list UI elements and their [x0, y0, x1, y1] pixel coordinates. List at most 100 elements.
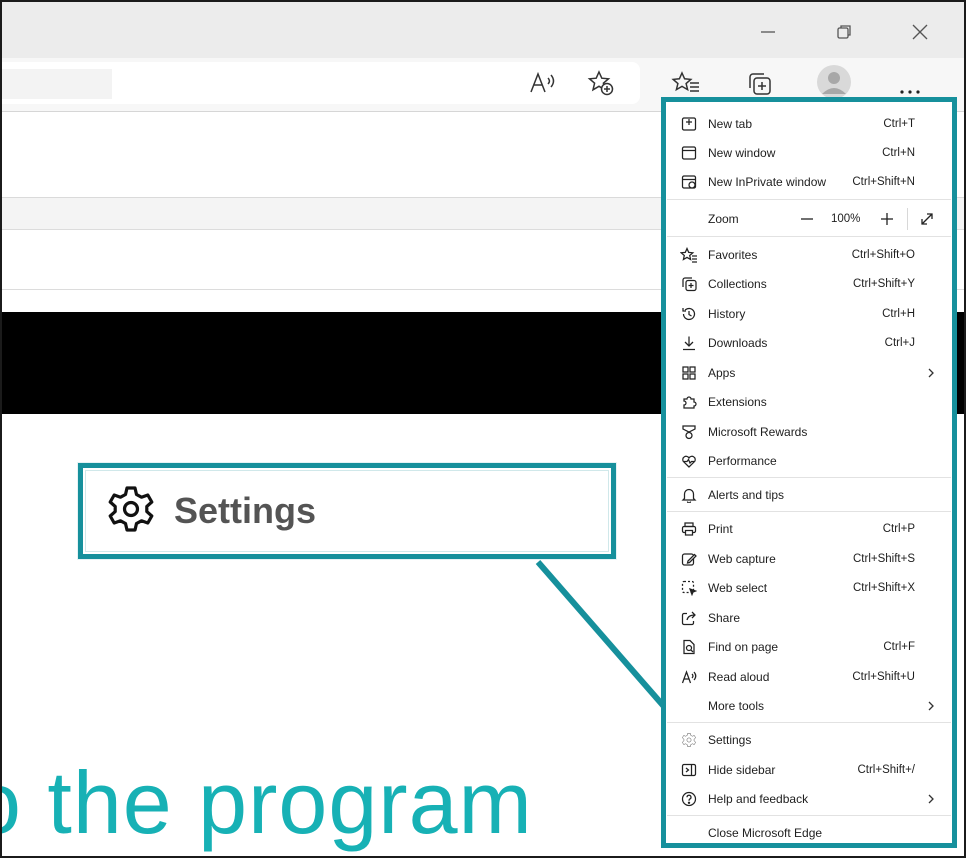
menu-separator: [667, 511, 951, 512]
menu-item-label: Downloads: [708, 335, 768, 350]
bell-icon: [680, 486, 698, 504]
add-favorite-icon[interactable]: [584, 65, 620, 101]
menu-item-close-microsoft-edge[interactable]: Close Microsoft Edge: [667, 818, 951, 847]
menu-item-label: Web capture: [708, 551, 776, 566]
menu-item-label: Favorites: [708, 247, 758, 262]
fullscreen-icon[interactable]: [915, 207, 939, 231]
menu-item-zoom: Zoom 100%: [667, 204, 951, 233]
menu-item-label: More tools: [708, 698, 765, 713]
address-bar[interactable]: [2, 62, 640, 104]
menu-item-shortcut: Ctrl+Shift+N: [852, 175, 915, 188]
performance-icon: [680, 452, 698, 470]
menu-item-microsoft-rewards[interactable]: Microsoft Rewards: [667, 417, 951, 446]
menu-item-label: Performance: [708, 453, 777, 468]
menu-item-help-and-feedback[interactable]: Help and feedback: [667, 784, 951, 813]
menu-item-label: Microsoft Rewards: [708, 424, 808, 439]
screenshot-frame: o the program Settings New tab Ctrl+T Ne…: [0, 0, 966, 858]
settings-callout: Settings: [78, 463, 616, 559]
gear-icon: [106, 484, 156, 539]
menu-item-label: Web select: [708, 580, 768, 595]
callout-label: Settings: [174, 490, 317, 531]
settings-and-more-menu: New tab Ctrl+T New window Ctrl+N New InP…: [661, 97, 957, 848]
menu-item-web-select[interactable]: Web select Ctrl+Shift+X: [667, 573, 951, 602]
close-icon[interactable]: [900, 16, 940, 48]
menu-item-label: Find on page: [708, 639, 779, 654]
read-aloud-icon[interactable]: [524, 65, 560, 101]
menu-item-alerts-and-tips[interactable]: Alerts and tips: [667, 480, 951, 509]
chevron-right-icon: [928, 701, 934, 710]
menu-separator: [667, 815, 951, 816]
menu-item-collections[interactable]: Collections Ctrl+Shift+Y: [667, 269, 951, 298]
menu-separator: [667, 199, 951, 200]
menu-item-find-on-page[interactable]: Find on page Ctrl+F: [667, 632, 951, 661]
menu-item-shortcut: Ctrl+Shift+Y: [853, 277, 915, 290]
new-tab-icon: [680, 115, 698, 133]
collections-icon: [680, 275, 698, 293]
gear-icon: [680, 731, 698, 749]
menu-item-share[interactable]: Share: [667, 603, 951, 632]
menu-item-shortcut: Ctrl+H: [882, 307, 915, 320]
sidebar-icon: [680, 761, 698, 779]
menu-item-settings[interactable]: Settings: [667, 725, 951, 754]
menu-item-label: Hide sidebar: [708, 762, 776, 777]
menu-item-apps[interactable]: Apps: [667, 358, 951, 387]
apps-icon: [680, 364, 698, 382]
zoom-level: 100%: [831, 212, 861, 225]
menu-item-label: Share: [708, 610, 741, 625]
web-select-icon: [680, 579, 698, 597]
menu-item-downloads[interactable]: Downloads Ctrl+J: [667, 328, 951, 357]
history-icon: [680, 305, 698, 323]
inprivate-icon: [680, 173, 698, 191]
menu-separator: [667, 477, 951, 478]
menu-item-new-inprivate-window[interactable]: New InPrivate window Ctrl+Shift+N: [667, 167, 951, 196]
rewards-icon: [680, 423, 698, 441]
web-capture-icon: [680, 550, 698, 568]
menu-item-extensions[interactable]: Extensions: [667, 387, 951, 416]
address-bar-text-area[interactable]: [2, 69, 112, 99]
title-bar: [2, 2, 964, 58]
menu-item-shortcut: Ctrl+Shift+U: [852, 670, 915, 683]
download-icon: [680, 334, 698, 352]
menu-item-web-capture[interactable]: Web capture Ctrl+Shift+S: [667, 544, 951, 573]
menu-separator: [667, 722, 951, 723]
zoom-divider: [907, 208, 908, 230]
menu-item-shortcut: Ctrl+Shift+/: [857, 763, 915, 776]
menu-item-label: Read aloud: [708, 669, 770, 684]
zoom-out-button[interactable]: [795, 207, 819, 231]
menu-item-label: New InPrivate window: [708, 174, 827, 189]
menu-item-history[interactable]: History Ctrl+H: [667, 299, 951, 328]
menu-item-shortcut: Ctrl+Shift+S: [853, 552, 915, 565]
minimize-icon[interactable]: [748, 16, 788, 48]
menu-item-shortcut: Ctrl+P: [882, 522, 915, 535]
menu-item-label: Collections: [708, 276, 767, 291]
menu-item-favorites[interactable]: Favorites Ctrl+Shift+O: [667, 240, 951, 269]
read-aloud-icon: [680, 668, 698, 686]
menu-item-label: Settings: [708, 732, 752, 747]
menu-item-label: Help and feedback: [708, 791, 809, 806]
menu-item-label: Apps: [708, 365, 736, 380]
menu-item-shortcut: Ctrl+T: [883, 117, 915, 130]
new-window-icon: [680, 144, 698, 162]
profile-icon[interactable]: [816, 64, 852, 100]
menu-item-read-aloud[interactable]: Read aloud Ctrl+Shift+U: [667, 662, 951, 691]
menu-item-more-tools[interactable]: More tools: [667, 691, 951, 720]
restore-icon[interactable]: [824, 16, 864, 48]
extensions-icon: [680, 393, 698, 411]
page-heading-text: o the program: [0, 753, 533, 852]
menu-separator: [667, 236, 951, 237]
find-icon: [680, 638, 698, 656]
menu-item-shortcut: Ctrl+N: [882, 146, 915, 159]
chevron-right-icon: [928, 794, 934, 803]
help-icon: [680, 790, 698, 808]
zoom-in-button[interactable]: [875, 207, 899, 231]
share-icon: [680, 609, 698, 627]
menu-item-hide-sidebar[interactable]: Hide sidebar Ctrl+Shift+/: [667, 755, 951, 784]
menu-item-performance[interactable]: Performance: [667, 446, 951, 475]
menu-item-print[interactable]: Print Ctrl+P: [667, 514, 951, 543]
menu-item-shortcut: Ctrl+Shift+X: [853, 581, 915, 594]
menu-item-shortcut: Ctrl+F: [883, 640, 915, 653]
menu-item-label: Close Microsoft Edge: [708, 825, 823, 840]
menu-item-label: New tab: [708, 116, 753, 131]
menu-item-new-window[interactable]: New window Ctrl+N: [667, 138, 951, 167]
menu-item-new-tab[interactable]: New tab Ctrl+T: [667, 109, 951, 138]
